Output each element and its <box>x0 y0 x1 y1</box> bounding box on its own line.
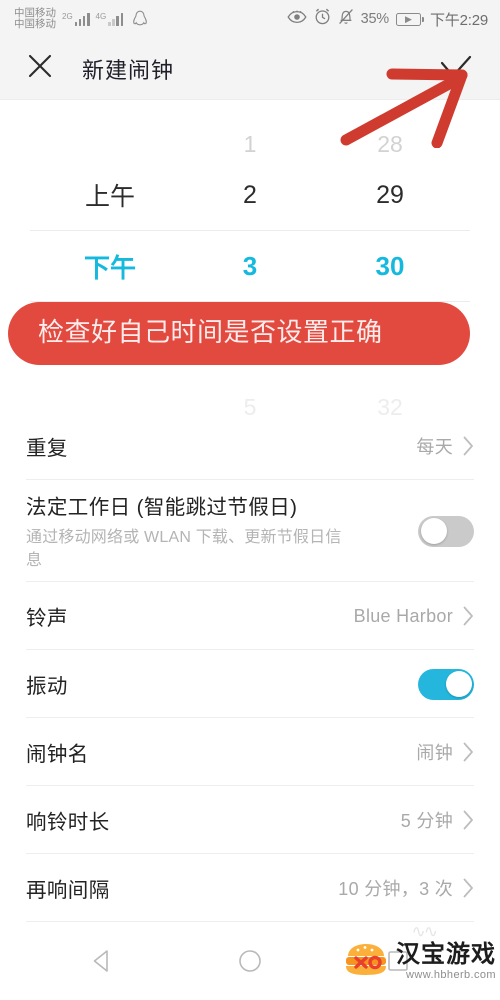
ringtone-label-group: 铃声 <box>26 591 68 641</box>
settings-row-snooze-interval[interactable]: 再响间隔 10 分钟，3 次 <box>0 854 500 923</box>
statutory-workday-subtitle: 通过移动网络或 WLAN 下载、更新节假日信息 <box>26 529 342 570</box>
site-watermark: 汉宝游戏 www.hbherb.com <box>342 939 496 984</box>
signal-type-label-2: 4G <box>95 11 107 21</box>
eye-icon <box>287 10 307 29</box>
picker-row-above[interactable]: 1 28 <box>0 102 500 160</box>
toggle-knob <box>420 518 447 545</box>
ring-duration-value-group: 5 分钟 <box>401 807 474 833</box>
picker-row-prev[interactable]: 上午 2 29 <box>0 160 500 230</box>
snooze-interval-value-group: 10 分钟，3 次 <box>338 875 474 901</box>
chevron-right-icon <box>463 606 474 626</box>
snooze-interval-value: 10 分钟，3 次 <box>338 879 453 900</box>
statutory-workday-control <box>418 515 474 547</box>
picker-hour-selected[interactable]: 3 <box>180 251 320 282</box>
phone-screen: 中国移动 中国移动 2G 4G 35% ▶ 下午2:29 新建闹钟 1 28 上… <box>0 0 500 1000</box>
bell-muted-icon <box>338 8 354 30</box>
repeat-value: 每天 <box>416 437 453 457</box>
vibrate-control <box>418 668 474 700</box>
vibrate-label-group: 振动 <box>26 659 68 709</box>
settings-row-vibrate[interactable]: 振动 <box>0 650 500 719</box>
watermark-text-group: 汉宝游戏 www.hbherb.com <box>396 940 496 982</box>
statutory-workday-label-group: 法定工作日 (智能跳过节假日) 通过移动网络或 WLAN 下载、更新节假日信息 <box>26 480 356 582</box>
ring-duration-label-group: 响铃时长 <box>26 795 110 845</box>
repeat-value-group: 每天 <box>416 433 474 459</box>
signal-type-label-1: 2G <box>62 11 73 21</box>
status-bar-clock: 下午2:29 <box>430 11 488 29</box>
vibrate-label: 振动 <box>26 675 68 699</box>
statutory-workday-toggle[interactable] <box>418 515 474 547</box>
snooze-interval-label: 再响间隔 <box>26 879 110 903</box>
picker-row-selected[interactable]: 下午 3 30 <box>0 231 500 301</box>
repeat-label-group: 重复 <box>26 421 68 471</box>
ringtone-label: 铃声 <box>26 607 68 631</box>
vibrate-toggle[interactable] <box>418 668 474 700</box>
battery-charging-icon: ▶ <box>396 12 424 26</box>
status-bar: 中国移动 中国移动 2G 4G 35% ▶ 下午2:29 <box>0 0 500 38</box>
qq-penguin-icon <box>132 10 148 28</box>
signal-indicator-sim2: 4G <box>95 11 124 26</box>
picker-hour-above[interactable]: 1 <box>180 131 320 158</box>
repeat-label: 重复 <box>26 437 68 460</box>
toggle-knob <box>445 671 472 698</box>
ringtone-value-group: Blue Harbor <box>354 606 474 627</box>
chevron-right-icon <box>463 742 474 762</box>
picker-minute-prev[interactable]: 29 <box>320 181 460 210</box>
settings-row-ring-duration[interactable]: 响铃时长 5 分钟 <box>0 786 500 855</box>
signal-bars-icon-2 <box>108 12 124 26</box>
page-title: 新建闹钟 <box>82 57 175 83</box>
settings-row-statutory-workday[interactable]: 法定工作日 (智能跳过节假日) 通过移动网络或 WLAN 下载、更新节假日信息 <box>0 480 500 583</box>
signal-bars-icon-1 <box>74 12 90 26</box>
picker-ampm-selected[interactable]: 下午 <box>40 248 180 285</box>
carrier-labels: 中国移动 中国移动 <box>14 7 56 30</box>
alarm-clock-icon <box>314 8 331 30</box>
picker-minute-above[interactable]: 28 <box>320 131 460 158</box>
battery-percent-label: 35% <box>360 11 390 27</box>
annotation-banner: 检查好自己时间是否设置正确 <box>8 302 470 366</box>
back-triangle-icon[interactable] <box>78 937 126 985</box>
chevron-right-icon <box>463 878 474 898</box>
status-bar-left: 中国移动 中国移动 2G 4G <box>14 7 148 30</box>
app-title-bar: 新建闹钟 <box>0 38 500 100</box>
settings-row-repeat[interactable]: 重复 每天 <box>0 412 500 480</box>
statutory-workday-label: 法定工作日 (智能跳过节假日) <box>26 496 298 519</box>
close-icon[interactable] <box>26 52 54 85</box>
alarm-name-value: 闹钟 <box>416 743 453 764</box>
checkmark-icon[interactable] <box>438 55 474 83</box>
signal-indicator-sim1: 2G <box>61 11 90 26</box>
burger-logo-icon <box>342 939 390 984</box>
status-bar-right: 35% ▶ 下午2:29 <box>287 8 488 30</box>
alarm-name-label-group: 闹钟名 <box>26 727 89 777</box>
watermark-url: www.hbherb.com <box>406 968 496 981</box>
watermark-title: 汉宝游戏 <box>396 940 496 968</box>
alarm-name-value-group: 闹钟 <box>416 739 474 765</box>
settings-list: 重复 每天 法定工作日 (智能跳过节假日) 通过移动网络或 WLAN 下载、更新… <box>0 412 500 923</box>
carrier-name-2: 中国移动 <box>14 18 56 30</box>
ringtone-value: Blue Harbor <box>353 605 453 626</box>
snooze-interval-label-group: 再响间隔 <box>26 863 110 913</box>
picker-ampm-prev[interactable]: 上午 <box>40 177 180 213</box>
picker-hour-prev[interactable]: 2 <box>180 181 320 210</box>
chevron-right-icon <box>463 436 474 456</box>
picker-minute-selected[interactable]: 30 <box>320 251 460 282</box>
settings-row-alarm-name[interactable]: 闹钟名 闹钟 <box>0 718 500 787</box>
ring-duration-label: 响铃时长 <box>26 811 110 835</box>
settings-row-ringtone[interactable]: 铃声 Blue Harbor <box>0 582 500 651</box>
ring-duration-value: 5 分钟 <box>400 811 453 832</box>
alarm-name-label: 闹钟名 <box>26 743 89 767</box>
home-circle-icon[interactable] <box>226 937 274 985</box>
chevron-right-icon <box>463 810 474 830</box>
